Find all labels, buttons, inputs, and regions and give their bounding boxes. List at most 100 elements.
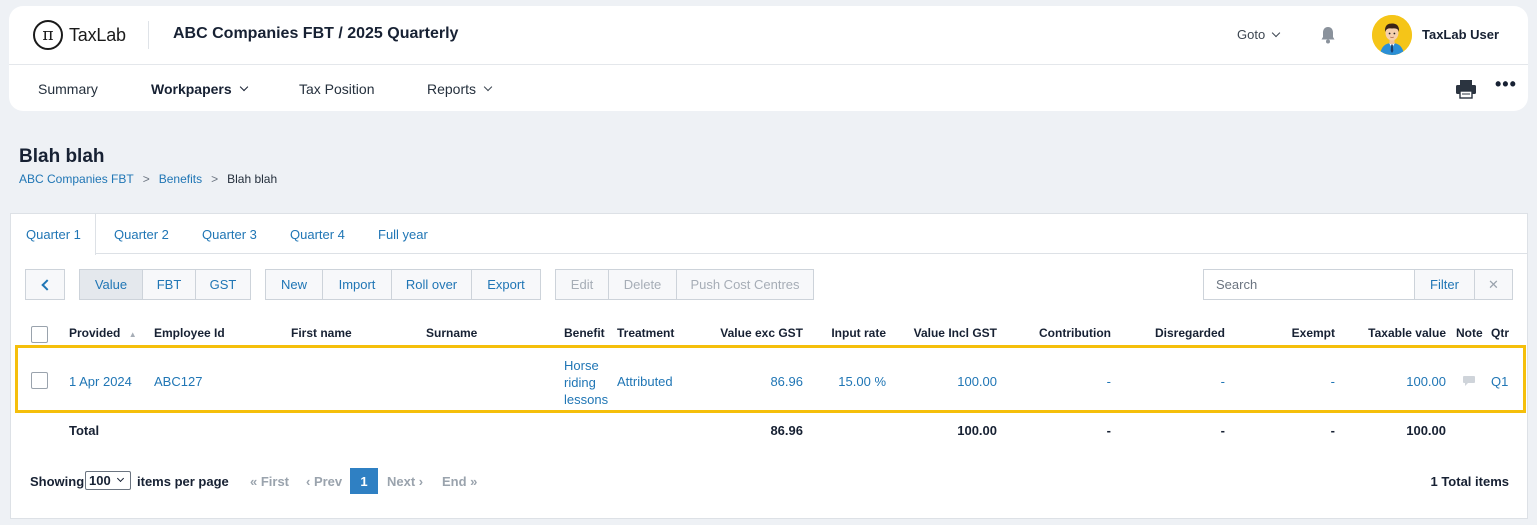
nav-tax-position-label: Tax Position — [299, 81, 375, 97]
col-value-exc-gst[interactable]: Value exc GST — [701, 326, 803, 340]
current-page-button[interactable]: 1 — [350, 468, 378, 494]
next-page-button[interactable]: Next › — [387, 474, 423, 489]
header-divider — [148, 21, 149, 49]
cell-benefit-line: riding — [564, 375, 596, 390]
export-button[interactable]: Export — [471, 269, 541, 300]
col-provided-label: Provided — [69, 326, 121, 340]
tab-quarter-2[interactable]: Quarter 2 — [114, 214, 169, 254]
nav-summary-label: Summary — [38, 81, 98, 97]
row-checkbox[interactable] — [31, 372, 48, 389]
nav-reports[interactable]: Reports — [427, 81, 493, 97]
breadcrumb-separator: > — [142, 172, 150, 186]
chevron-left-icon — [40, 278, 53, 291]
delete-button[interactable]: Delete — [608, 269, 677, 300]
back-button[interactable] — [25, 269, 65, 300]
cell-value-incl-gst[interactable]: 100.00 — [897, 374, 997, 389]
view-fbt-button[interactable]: FBT — [142, 269, 196, 300]
more-options-icon[interactable]: ••• — [1495, 75, 1517, 93]
cell-benefit-line: Horse — [564, 358, 599, 373]
note-comment-icon[interactable] — [1462, 375, 1476, 387]
cell-exempt[interactable]: - — [1235, 374, 1335, 389]
cell-provided[interactable]: 1 Apr 2024 — [69, 374, 132, 389]
col-disregarded[interactable]: Disregarded — [1125, 326, 1225, 340]
cell-taxable-value[interactable]: 100.00 — [1346, 374, 1446, 389]
top-bar: π TaxLab ABC Companies FBT / 2025 Quarte… — [9, 6, 1528, 111]
logo-text: TaxLab — [69, 24, 126, 45]
import-button[interactable]: Import — [322, 269, 392, 300]
cell-qtr[interactable]: Q1 — [1491, 374, 1508, 389]
page-title: Blah blah — [19, 146, 105, 167]
col-note[interactable]: Note — [1456, 326, 1483, 340]
user-avatar-icon — [1372, 15, 1412, 55]
avatar[interactable] — [1372, 15, 1412, 55]
nav-summary[interactable]: Summary — [38, 81, 98, 97]
first-page-button[interactable]: « First — [250, 474, 289, 489]
logo[interactable]: π TaxLab — [33, 20, 126, 50]
breadcrumb-link-company[interactable]: ABC Companies FBT — [19, 172, 134, 186]
printer-icon[interactable] — [1455, 79, 1477, 99]
col-first-name[interactable]: First name — [291, 326, 352, 340]
tab-full-year[interactable]: Full year — [378, 214, 428, 254]
bell-icon[interactable] — [1318, 25, 1338, 45]
workpaper-panel: Quarter 1 Quarter 2 Quarter 3 Quarter 4 … — [10, 213, 1528, 519]
cell-disregarded[interactable]: - — [1125, 374, 1225, 389]
total-items-count: 1 Total items — [1430, 474, 1509, 489]
chevron-down-icon — [239, 82, 248, 92]
view-value-button[interactable]: Value — [79, 269, 143, 300]
col-provided[interactable]: Provided ▲ — [69, 326, 137, 340]
clear-search-button[interactable]: ✕ — [1474, 269, 1513, 300]
breadcrumb-link-benefits[interactable]: Benefits — [159, 172, 202, 186]
total-disregarded: - — [1220, 423, 1225, 438]
breadcrumb-current: Blah blah — [227, 172, 278, 186]
tab-quarter-3[interactable]: Quarter 3 — [202, 214, 257, 254]
breadcrumb-separator: > — [211, 172, 219, 186]
roll-over-button[interactable]: Roll over — [391, 269, 472, 300]
sort-up-icon: ▲ — [128, 330, 137, 339]
chevron-down-icon — [1271, 28, 1281, 37]
col-employee-id[interactable]: Employee Id — [154, 326, 225, 340]
col-treatment[interactable]: Treatment — [617, 326, 674, 340]
search-input[interactable] — [1203, 269, 1415, 300]
per-page-select[interactable]: 100 — [85, 471, 131, 490]
cell-benefit-line: lessons — [564, 392, 609, 407]
cell-employee-id[interactable]: ABC127 — [154, 374, 202, 389]
goto-dropdown[interactable]: Goto — [1237, 27, 1281, 42]
col-exempt[interactable]: Exempt — [1235, 326, 1335, 340]
total-value-incl-gst: 100.00 — [957, 423, 997, 438]
tab-quarter-1[interactable]: Quarter 1 — [11, 214, 96, 255]
col-input-rate[interactable]: Input rate — [811, 326, 886, 340]
cell-benefit[interactable]: Horse riding lessons — [564, 357, 608, 408]
cell-value-exc-gst[interactable]: 86.96 — [701, 374, 803, 389]
new-button[interactable]: New — [265, 269, 323, 300]
push-cost-centres-button[interactable]: Push Cost Centres — [676, 269, 814, 300]
total-contribution: - — [1106, 423, 1111, 438]
nav-tax-position[interactable]: Tax Position — [299, 81, 374, 97]
cell-input-rate[interactable]: 15.00 % — [811, 374, 886, 389]
filter-button[interactable]: Filter — [1414, 269, 1475, 300]
select-all-checkbox[interactable] — [31, 326, 48, 343]
cell-treatment[interactable]: Attributed — [617, 374, 673, 389]
nav-bar: Summary Workpapers Tax Position Reports … — [9, 65, 1528, 111]
nav-workpapers[interactable]: Workpapers — [151, 81, 248, 97]
header-row: π TaxLab ABC Companies FBT / 2025 Quarte… — [9, 6, 1528, 65]
view-gst-button[interactable]: GST — [195, 269, 251, 300]
user-name[interactable]: TaxLab User — [1422, 27, 1499, 42]
tab-quarter-4[interactable]: Quarter 4 — [290, 214, 345, 254]
total-value-exc-gst: 86.96 — [770, 423, 803, 438]
chevron-down-icon — [116, 474, 124, 483]
chevron-down-icon — [483, 82, 493, 92]
breadcrumb: ABC Companies FBT > Benefits > Blah blah — [19, 172, 277, 186]
pi-logo-icon: π — [33, 20, 63, 50]
col-value-incl-gst[interactable]: Value Incl GST — [897, 326, 997, 340]
edit-button[interactable]: Edit — [555, 269, 609, 300]
col-qtr[interactable]: Qtr — [1491, 326, 1509, 340]
per-page-value: 100 — [89, 473, 111, 488]
cell-contribution[interactable]: - — [1011, 374, 1111, 389]
prev-page-button[interactable]: ‹ Prev — [306, 474, 342, 489]
showing-label: Showing — [30, 474, 85, 489]
col-surname[interactable]: Surname — [426, 326, 477, 340]
end-page-button[interactable]: End » — [442, 474, 477, 489]
col-benefit[interactable]: Benefit — [564, 326, 605, 340]
col-taxable-value[interactable]: Taxable value — [1346, 326, 1446, 340]
col-contribution[interactable]: Contribution — [1011, 326, 1111, 340]
